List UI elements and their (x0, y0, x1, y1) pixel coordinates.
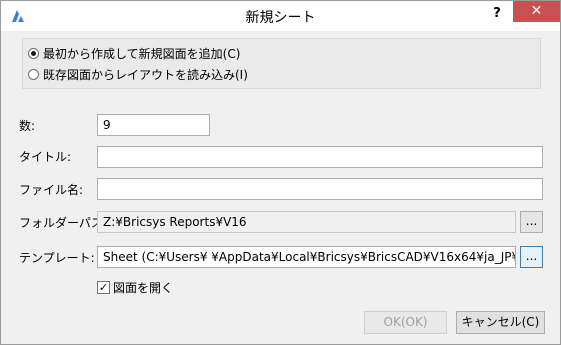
radio-import-layout[interactable]: 既存図面からレイアウトを読み込み(I) (28, 66, 248, 82)
help-button[interactable]: ? (487, 4, 507, 24)
count-field[interactable]: 9 (97, 114, 210, 136)
creation-mode-group: 最初から作成して新規図面を追加(C) 既存図面からレイアウトを読み込み(I) (22, 38, 541, 89)
dialog-body: 最初から作成して新規図面を追加(C) 既存図面からレイアウトを読み込み(I) 数… (1, 31, 560, 344)
radio-import-layout-label: 既存図面からレイアウトを読み込み(I) (43, 67, 248, 82)
title-bar[interactable]: 新規シート ? ✕ (1, 1, 560, 31)
open-drawing-label: 図面を開く (113, 280, 174, 295)
folder-browse-button[interactable]: ... (520, 211, 543, 233)
radio-button-selected[interactable] (28, 47, 39, 59)
title-field[interactable] (97, 146, 543, 168)
radio-create-new-label: 最初から作成して新規図面を追加(C) (43, 46, 241, 61)
radio-button-unselected[interactable] (28, 68, 39, 80)
open-drawing-checkbox-row[interactable]: ✓ 図面を開く (97, 279, 173, 295)
title-label: タイトル: (19, 150, 72, 164)
radio-create-new[interactable]: 最初から作成して新規図面を追加(C) (28, 45, 240, 61)
ok-button[interactable]: OK(OK) (364, 311, 447, 334)
cancel-button[interactable]: キャンセル(C) (456, 311, 545, 334)
filename-label: ファイル名: (19, 183, 84, 197)
count-label: 数: (19, 119, 36, 133)
close-button[interactable]: ✕ (513, 1, 560, 22)
folder-path-label: フォルダーパス: (19, 216, 107, 230)
template-label: テンプレート: (19, 251, 95, 265)
new-sheet-dialog: 新規シート ? ✕ 最初から作成して新規図面を追加(C) 既存図面からレイアウト… (0, 0, 561, 345)
dialog-title: 新規シート (245, 10, 316, 26)
folder-path-field[interactable]: Z:¥Bricsys Reports¥V16 (97, 211, 516, 233)
template-field[interactable]: Sheet (C:¥Users¥ ¥AppData¥Local¥Bricsys¥… (97, 246, 516, 268)
filename-field[interactable] (97, 178, 543, 200)
template-browse-button[interactable]: ... (520, 246, 543, 268)
open-drawing-checkbox[interactable]: ✓ (97, 280, 110, 294)
